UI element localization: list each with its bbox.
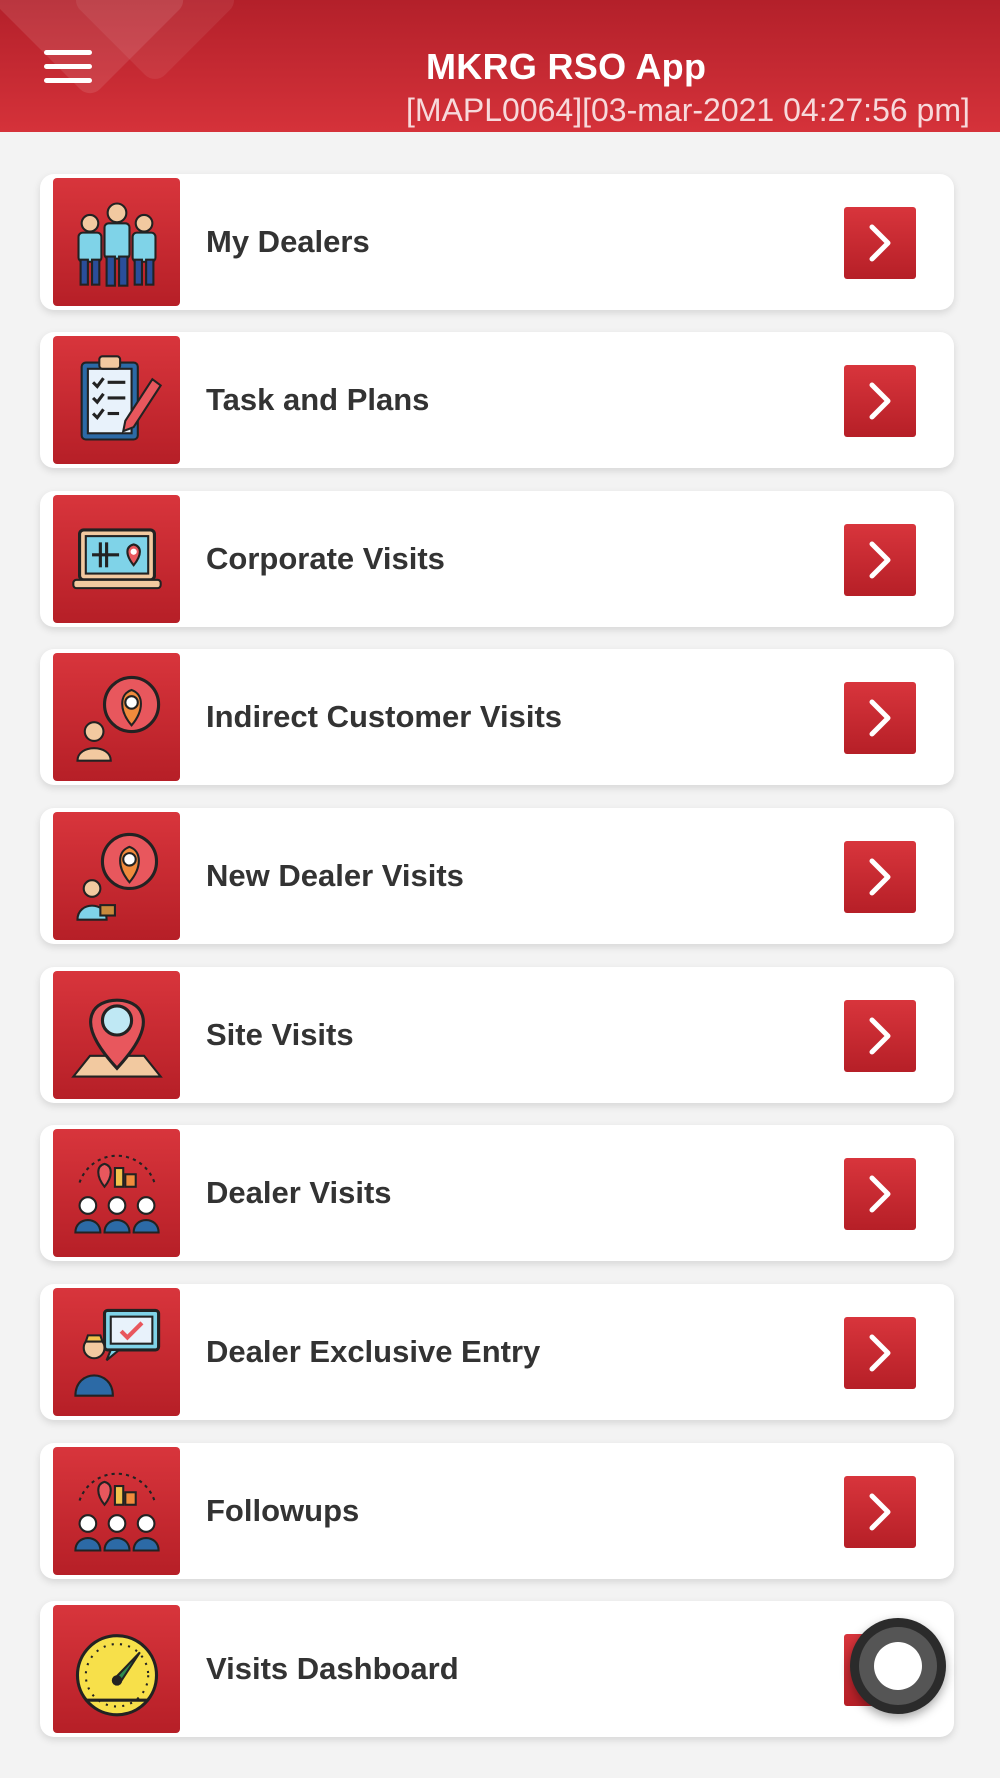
menu-item-my-dealers[interactable]: My Dealers <box>40 174 954 310</box>
session-info: [MAPL0064][03-mar-2021 04:27:56 pm] <box>406 92 970 128</box>
menu-item-visits-dashboard[interactable]: Visits Dashboard <box>40 1601 954 1737</box>
clipboard-checklist-icon <box>53 336 180 464</box>
menu-item-label: Dealer Exclusive Entry <box>206 1334 541 1369</box>
menu-item-dealer-visits[interactable]: Dealer Visits <box>40 1125 954 1261</box>
menu-item-label: Task and Plans <box>206 382 430 417</box>
menu-item-new-dealer-visits[interactable]: New Dealer Visits <box>40 808 954 944</box>
chevron-right-icon[interactable] <box>844 1158 916 1230</box>
menu-item-label: Site Visits <box>206 1017 354 1052</box>
chevron-right-icon[interactable] <box>844 841 916 913</box>
dealer-location-pin-icon <box>53 812 180 940</box>
people-group-icon <box>53 178 180 306</box>
hamburger-menu-icon[interactable] <box>44 50 92 84</box>
chevron-right-icon[interactable] <box>844 207 916 279</box>
menu-item-label: Dealer Visits <box>206 1175 392 1210</box>
chevron-right-icon[interactable] <box>844 1317 916 1389</box>
person-chat-check-icon <box>53 1288 180 1416</box>
menu-item-label: My Dealers <box>206 224 370 259</box>
menu-item-label: Visits Dashboard <box>206 1651 459 1686</box>
location-pin-map-icon <box>53 971 180 1099</box>
app-header: MKRG RSO App [MAPL0064][03-mar-2021 04:2… <box>0 0 1000 132</box>
dealer-network-icon <box>53 1129 180 1257</box>
dealer-network-icon <box>53 1447 180 1575</box>
menu-item-followups[interactable]: Followups <box>40 1443 954 1579</box>
chevron-right-icon[interactable] <box>844 682 916 754</box>
assistive-touch-ring <box>859 1627 937 1705</box>
chevron-right-icon[interactable] <box>844 1476 916 1548</box>
assistive-touch-button[interactable] <box>850 1618 946 1714</box>
menu-item-label: Followups <box>206 1493 360 1528</box>
assistive-touch-core <box>874 1642 922 1690</box>
chevron-right-icon[interactable] <box>844 1000 916 1072</box>
chevron-right-icon[interactable] <box>844 524 916 596</box>
menu-item-corporate-visits[interactable]: Corporate Visits <box>40 491 954 627</box>
menu-item-label: New Dealer Visits <box>206 858 464 893</box>
menu-item-site-visits[interactable]: Site Visits <box>40 967 954 1103</box>
menu-item-task-and-plans[interactable]: Task and Plans <box>40 332 954 468</box>
menu-item-indirect-customer-visits[interactable]: Indirect Customer Visits <box>40 649 954 785</box>
menu-item-dealer-exclusive-entry[interactable]: Dealer Exclusive Entry <box>40 1284 954 1420</box>
menu-item-label: Corporate Visits <box>206 541 445 576</box>
laptop-map-pin-icon <box>53 495 180 623</box>
speedometer-gauge-icon <box>53 1605 180 1733</box>
chevron-right-icon[interactable] <box>844 365 916 437</box>
menu-item-label: Indirect Customer Visits <box>206 699 563 734</box>
app-title: MKRG RSO App <box>426 46 707 87</box>
person-location-pin-icon <box>53 653 180 781</box>
